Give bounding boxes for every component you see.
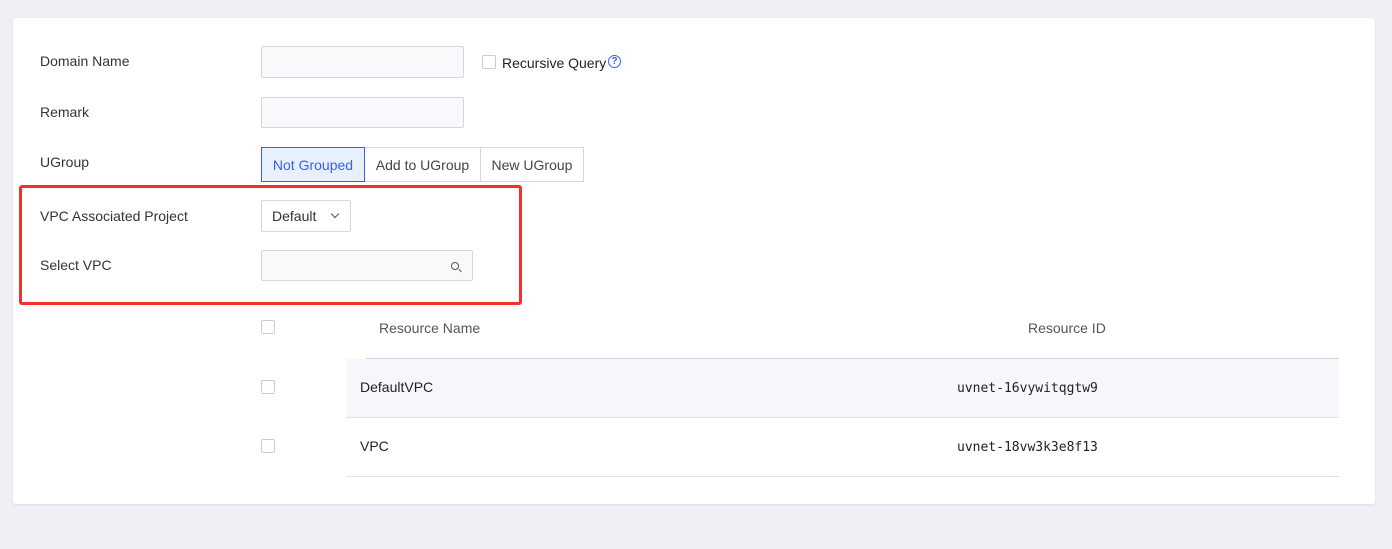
column-header-resource-name: Resource Name xyxy=(379,320,481,336)
resource-id-cell: uvnet-16vywitqgtw9 xyxy=(957,381,1098,396)
highlight-box xyxy=(19,185,522,305)
table-row[interactable]: DefaultVPC uvnet-16vywitqgtw9 xyxy=(346,359,1339,418)
column-header-resource-id: Resource ID xyxy=(1028,320,1106,336)
question-circle-icon[interactable]: ? xyxy=(608,55,621,68)
row-checkbox[interactable] xyxy=(261,439,275,453)
ugroup-option-new-ugroup[interactable]: New UGroup xyxy=(480,147,584,182)
remark-input-wrapper[interactable] xyxy=(261,97,464,128)
table-row[interactable]: VPC uvnet-18vw3k3e8f13 xyxy=(346,418,1339,477)
recursive-query-label: Recursive Query xyxy=(502,55,607,71)
recursive-query-checkbox[interactable] xyxy=(482,55,496,69)
domain-name-label: Domain Name xyxy=(40,53,130,69)
domain-name-input-wrapper[interactable] xyxy=(261,46,464,78)
resource-name-cell: DefaultVPC xyxy=(360,379,434,395)
remark-label: Remark xyxy=(40,104,90,120)
select-all-checkbox[interactable] xyxy=(261,320,275,334)
resource-name-cell: VPC xyxy=(360,438,389,454)
ugroup-option-add-to-ugroup[interactable]: Add to UGroup xyxy=(364,147,481,182)
row-checkbox[interactable] xyxy=(261,380,275,394)
ugroup-option-not-grouped[interactable]: Not Grouped xyxy=(261,147,365,182)
domain-name-input[interactable] xyxy=(262,47,463,77)
remark-input[interactable] xyxy=(262,98,463,127)
resource-id-cell: uvnet-18vw3k3e8f13 xyxy=(957,440,1098,455)
ugroup-label: UGroup xyxy=(40,154,90,170)
